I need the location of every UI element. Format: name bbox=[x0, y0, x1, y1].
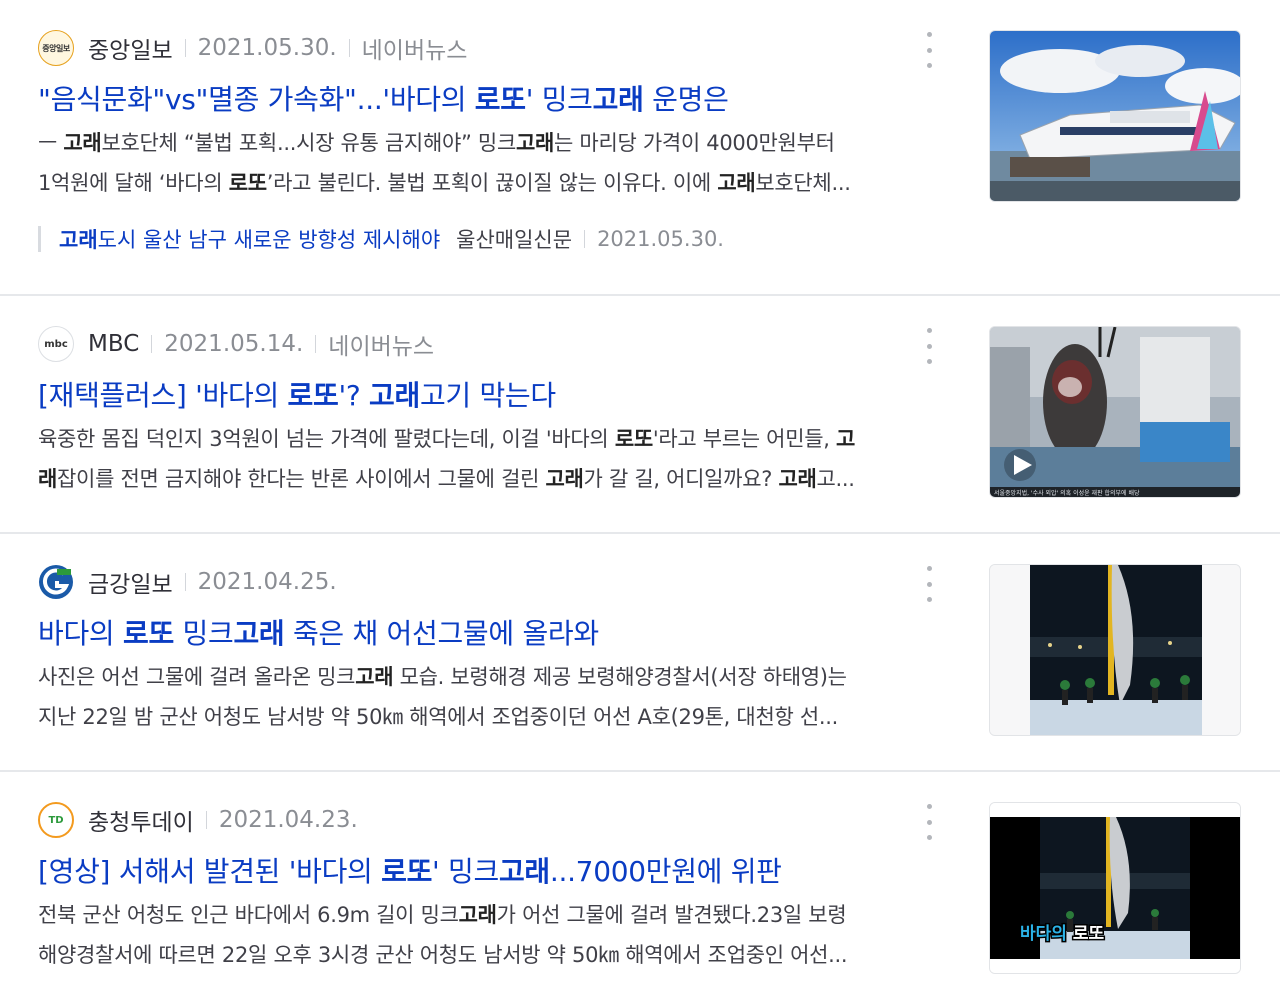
press-info: mbc MBC 2021.05.14. 네이버뉴스 bbox=[38, 326, 434, 362]
play-icon[interactable] bbox=[1004, 449, 1036, 481]
video-caption: 서울중앙지법, '수사 외압' 의혹 이성윤 재판 합의부에 배당 bbox=[994, 489, 1140, 497]
separator bbox=[184, 573, 186, 591]
related-article-title[interactable]: 고래도시 울산 남구 새로운 방향성 제시해야 bbox=[59, 224, 440, 254]
ferry-thumbnail[interactable] bbox=[989, 30, 1241, 202]
separator bbox=[315, 335, 317, 353]
separator bbox=[205, 811, 207, 829]
related-article: 고래도시 울산 남구 새로운 방향성 제시해야 울산매일신문 2021.05.3… bbox=[38, 226, 724, 252]
article-summary[interactable]: 전북 군산 어청도 인근 바다에서 6.9m 길이 밍크고래가 어선 그물에 걸… bbox=[38, 895, 938, 975]
article-title[interactable]: [재택플러스] '바다의 로또'? 고래고기 막는다 bbox=[38, 374, 556, 414]
more-options-icon[interactable] bbox=[922, 328, 936, 364]
mbc-logo-icon[interactable]: mbc bbox=[38, 326, 74, 362]
article-title[interactable]: 바다의 로또 밍크고래 죽은 채 어선그물에 올라와 bbox=[38, 612, 599, 652]
whale-video-image: 바다의 로또 bbox=[990, 803, 1240, 973]
related-date: 2021.05.30. bbox=[597, 227, 724, 251]
news-item: 금강일보 2021.04.25. 바다의 로또 밍크고래 죽은 채 어선그물에 … bbox=[0, 534, 1280, 772]
press-name[interactable]: MBC bbox=[88, 331, 139, 357]
whale-net-image bbox=[990, 565, 1240, 735]
separator bbox=[184, 39, 186, 57]
more-options-icon[interactable] bbox=[922, 804, 936, 840]
whale-photo-thumbnail[interactable] bbox=[989, 564, 1241, 736]
article-summary[interactable]: 사진은 어선 그물에 걸려 올라온 밍크고래 모습. 보령해경 제공 보령해양경… bbox=[38, 657, 938, 737]
related-press[interactable]: 울산매일신문 bbox=[456, 224, 572, 254]
news-item: 중앙일보 중앙일보 2021.05.30. 네이버뉴스 "음식문화"vs"멸종 … bbox=[0, 0, 1280, 296]
article-summary[interactable]: ㅡ 고래보호단체 “불법 포획...시장 유통 금지해야” 밍크고래는 마리당 … bbox=[38, 123, 938, 203]
video-thumbnail[interactable]: 바다의 로또 bbox=[989, 802, 1241, 974]
more-options-icon[interactable] bbox=[922, 566, 936, 602]
article-date: 2021.05.14. bbox=[164, 331, 304, 357]
joongang-logo-icon[interactable]: 중앙일보 bbox=[38, 30, 74, 66]
article-title[interactable]: "음식문화"vs"멸종 가속화"...'바다의 로또' 밍크고래 운명은 bbox=[38, 78, 729, 118]
separator bbox=[584, 230, 586, 248]
chungcheong-today-logo-icon[interactable]: TD bbox=[38, 802, 74, 838]
video-overlay-text: 바다의 로또 bbox=[1020, 924, 1104, 944]
news-item: mbc MBC 2021.05.14. 네이버뉴스 [재택플러스] '바다의 로… bbox=[0, 296, 1280, 534]
separator bbox=[348, 39, 350, 57]
press-info: TD 충청투데이 2021.04.23. bbox=[38, 802, 358, 838]
article-date: 2021.04.25. bbox=[197, 569, 337, 595]
separator bbox=[151, 335, 153, 353]
article-date: 2021.04.23. bbox=[218, 807, 358, 833]
article-date: 2021.05.30. bbox=[197, 35, 337, 61]
news-item: TD 충청투데이 2021.04.23. [영상] 서해서 발견된 '바다의 로… bbox=[0, 772, 1280, 1006]
press-info: 금강일보 2021.04.25. bbox=[38, 564, 337, 600]
press-info: 중앙일보 중앙일보 2021.05.30. 네이버뉴스 bbox=[38, 30, 467, 66]
naver-news-link[interactable]: 네이버뉴스 bbox=[362, 31, 468, 65]
press-name[interactable]: 충청투데이 bbox=[88, 803, 194, 837]
press-name[interactable]: 금강일보 bbox=[88, 565, 173, 599]
ferry-image bbox=[990, 31, 1240, 201]
geumgang-logo-icon[interactable] bbox=[38, 564, 74, 600]
press-name[interactable]: 중앙일보 bbox=[88, 31, 173, 65]
article-summary[interactable]: 육중한 몸집 덕인지 3억원이 넘는 가격에 팔렸다는데, 이걸 '바다의 로또… bbox=[38, 419, 938, 499]
article-title[interactable]: [영상] 서해서 발견된 '바다의 로또' 밍크고래...7000만원에 위판 bbox=[38, 850, 782, 890]
video-thumbnail[interactable]: 서울중앙지법, '수사 외압' 의혹 이성윤 재판 합의부에 배당 bbox=[989, 326, 1241, 498]
naver-news-link[interactable]: 네이버뉴스 bbox=[328, 327, 434, 361]
more-options-icon[interactable] bbox=[922, 32, 936, 68]
whale-image: 서울중앙지법, '수사 외압' 의혹 이성윤 재판 합의부에 배당 bbox=[990, 327, 1240, 497]
